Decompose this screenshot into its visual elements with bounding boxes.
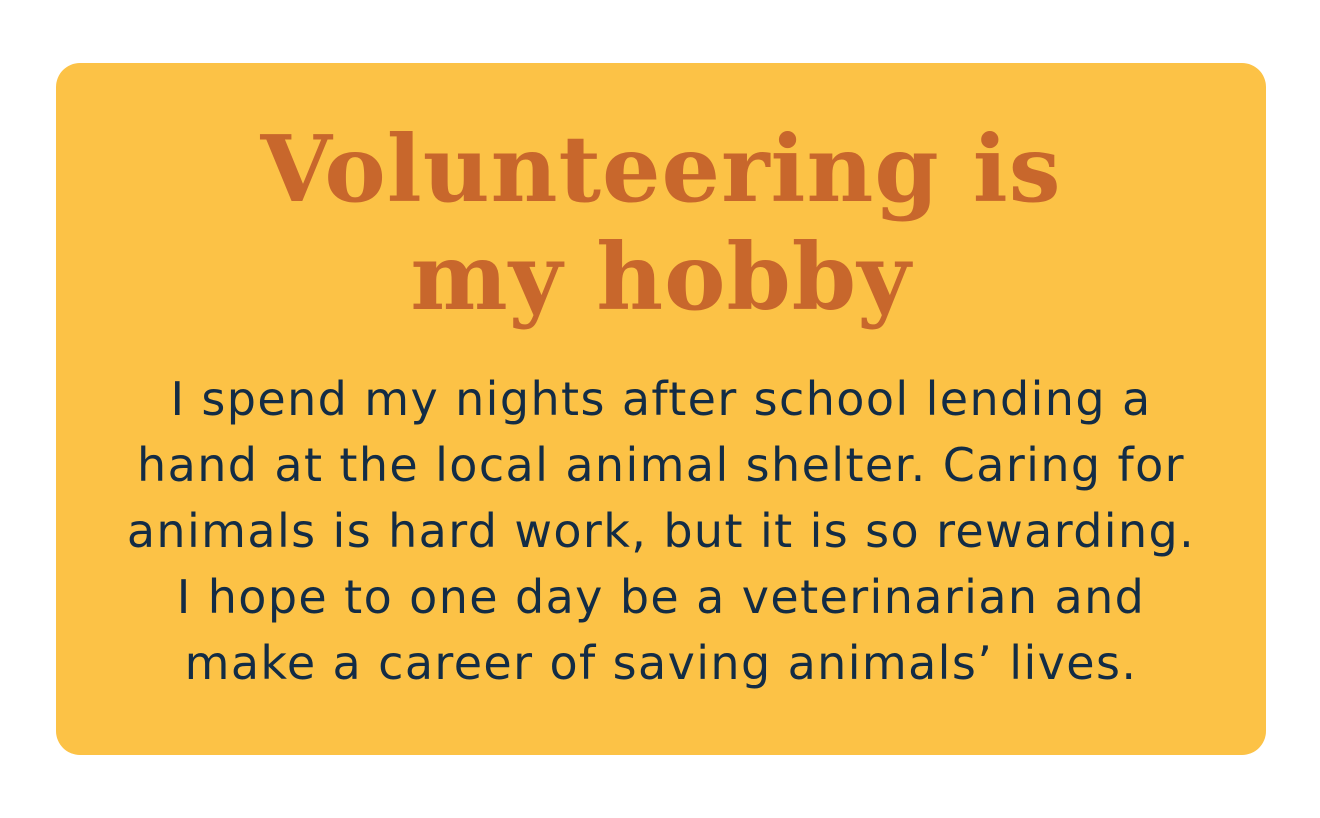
card-body-line: make a career of saving animals’ lives. bbox=[184, 636, 1138, 690]
card-body-line: I spend my nights after school lending a bbox=[170, 372, 1152, 426]
card-body-line: I hope to one day be a veterinarian and bbox=[176, 570, 1146, 624]
card-title-line: my hobby bbox=[410, 223, 912, 331]
card-body: I spend my nights after school lending a… bbox=[56, 366, 1266, 696]
card-body-line: hand at the local animal shelter. Caring… bbox=[137, 438, 1185, 492]
card-title-line: Volunteering is bbox=[260, 115, 1062, 223]
hobby-card: Volunteering is my hobby I spend my nigh… bbox=[56, 63, 1266, 755]
card-title: Volunteering is my hobby bbox=[56, 115, 1266, 331]
card-body-line: animals is hard work, but it is so rewar… bbox=[126, 504, 1196, 558]
